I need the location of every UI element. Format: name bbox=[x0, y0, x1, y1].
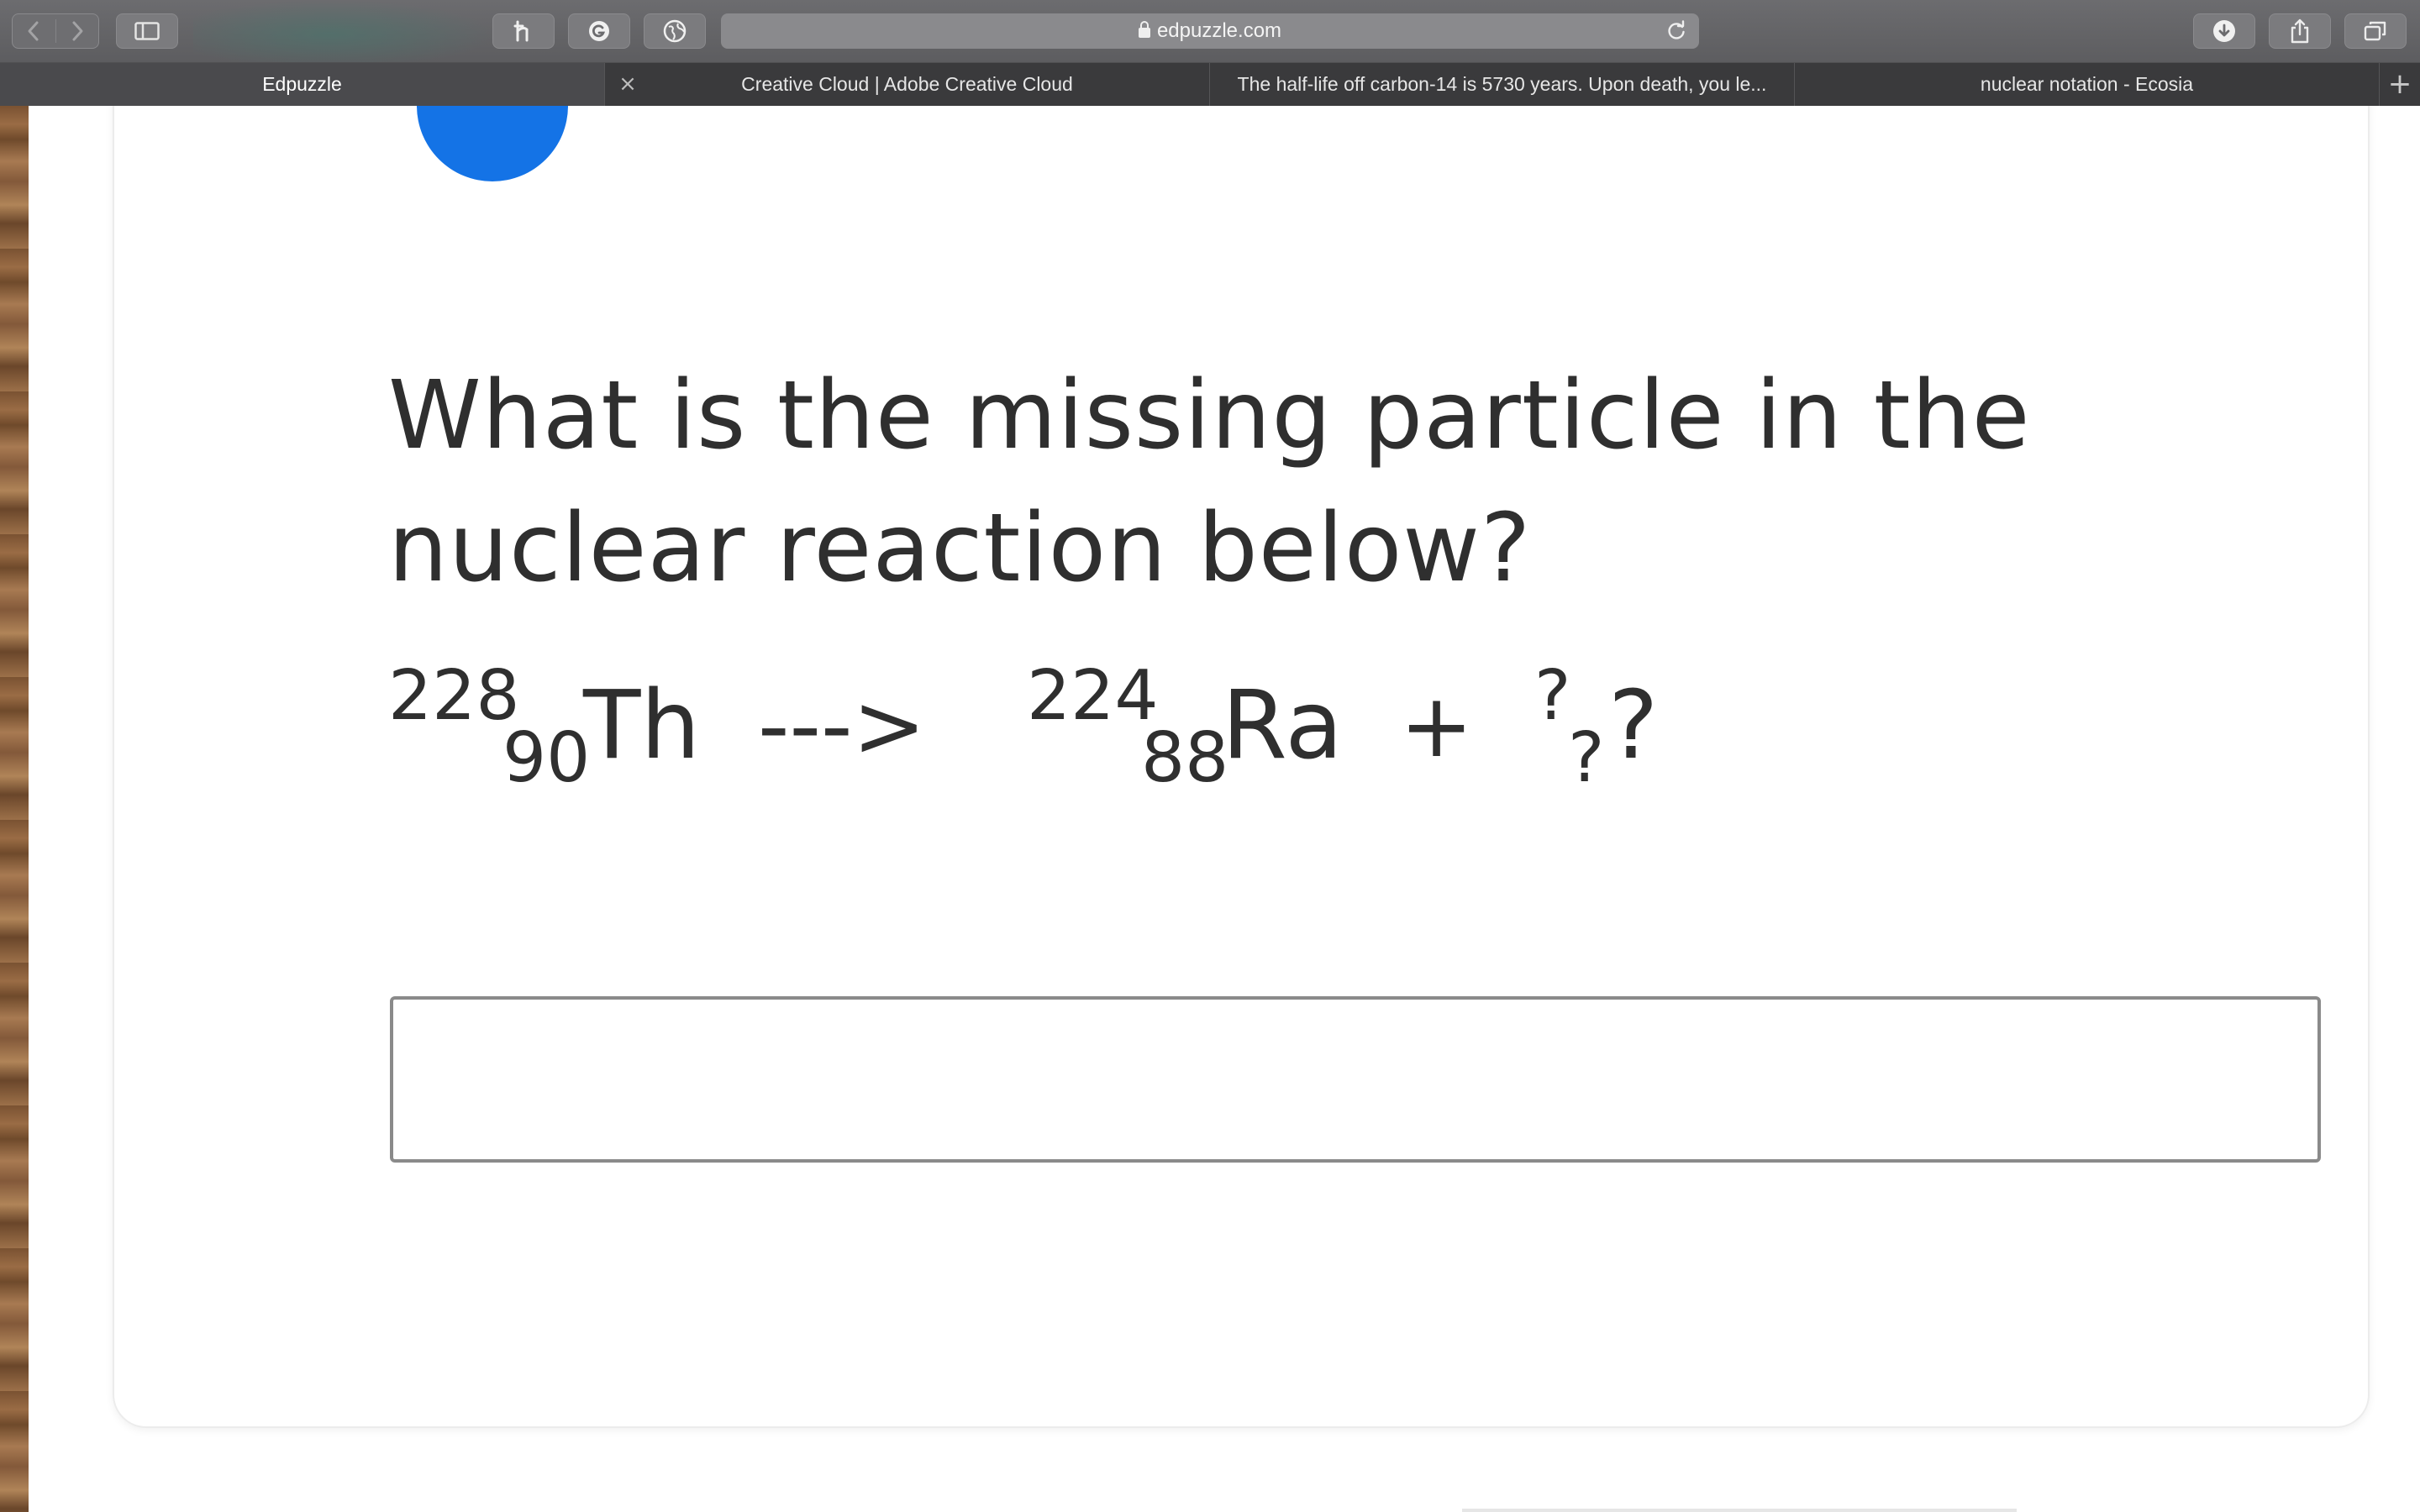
tab-label: nuclear notation - Ecosia bbox=[1980, 73, 2194, 95]
tabs-overview-icon bbox=[2364, 21, 2386, 41]
download-icon bbox=[2213, 20, 2235, 42]
product-symbol: Ra bbox=[1222, 671, 1343, 780]
toolbar-background-blur bbox=[193, 0, 496, 62]
share-button[interactable] bbox=[2269, 13, 2331, 49]
unknown-symbol: ? bbox=[1608, 671, 1659, 780]
forward-icon[interactable] bbox=[55, 14, 98, 48]
product-atomic-number: 88 bbox=[1141, 718, 1229, 798]
new-tab-icon[interactable]: + bbox=[2380, 63, 2420, 106]
globe-extension-icon bbox=[663, 19, 687, 43]
tab-carbon-half-life[interactable]: The half-life off carbon-14 is 5730 year… bbox=[1210, 63, 1795, 106]
sidebar-icon bbox=[134, 22, 160, 40]
lock-icon bbox=[1138, 21, 1150, 38]
question-card: What is the missing particle in the nucl… bbox=[113, 59, 2370, 1428]
desktop-background-strip bbox=[0, 106, 29, 1512]
tab-nuclear-notation[interactable]: nuclear notation - Ecosia bbox=[1795, 63, 2380, 106]
grammarly-extension-icon bbox=[589, 21, 609, 41]
address-text: edpuzzle.com bbox=[721, 13, 1699, 49]
globe-extension-button[interactable] bbox=[644, 13, 706, 49]
tab-bar: Edpuzzle Creative Cloud | Adobe Creative… bbox=[0, 62, 2420, 106]
reaction-arrow: ---> bbox=[758, 675, 926, 777]
tab-creative-cloud[interactable]: Creative Cloud | Adobe Creative Cloud bbox=[605, 63, 1210, 106]
downloads-button[interactable] bbox=[2193, 13, 2255, 49]
reload-icon[interactable] bbox=[1665, 20, 1687, 42]
tab-edpuzzle[interactable]: Edpuzzle bbox=[0, 63, 605, 106]
reactant-atomic-number: 90 bbox=[502, 718, 591, 798]
close-tab-icon[interactable]: × bbox=[617, 73, 639, 95]
address-bar[interactable]: edpuzzle.com bbox=[721, 13, 1699, 49]
page-bottom-divider bbox=[1462, 1509, 2017, 1512]
product-mass-number: 224 bbox=[1027, 656, 1159, 736]
tab-label: Edpuzzle bbox=[262, 73, 342, 95]
back-icon[interactable] bbox=[13, 14, 55, 48]
tab-label: The half-life off carbon-14 is 5730 year… bbox=[1237, 73, 1767, 95]
plus-sign: + bbox=[1400, 675, 1474, 777]
answer-input[interactable] bbox=[390, 996, 2321, 1163]
honey-extension-icon bbox=[513, 20, 529, 42]
browser-toolbar: edpuzzle.com bbox=[0, 0, 2420, 62]
navigation-buttons bbox=[12, 13, 99, 49]
reactant-mass-number: 228 bbox=[388, 656, 520, 736]
unknown-mass-number: ? bbox=[1534, 656, 1571, 736]
grammarly-extension-button[interactable] bbox=[568, 13, 630, 49]
reactant-symbol: Th bbox=[583, 671, 701, 780]
honey-extension-button[interactable] bbox=[492, 13, 555, 49]
unknown-atomic-number: ? bbox=[1568, 718, 1605, 798]
sidebar-button[interactable] bbox=[116, 13, 178, 49]
tab-overview-button[interactable] bbox=[2344, 13, 2407, 49]
share-icon bbox=[2291, 18, 2309, 44]
question-text: What is the missing particle in the nucl… bbox=[388, 361, 2031, 603]
url-text: edpuzzle.com bbox=[1156, 19, 1282, 42]
tab-label: Creative Cloud | Adobe Creative Cloud bbox=[741, 73, 1073, 95]
